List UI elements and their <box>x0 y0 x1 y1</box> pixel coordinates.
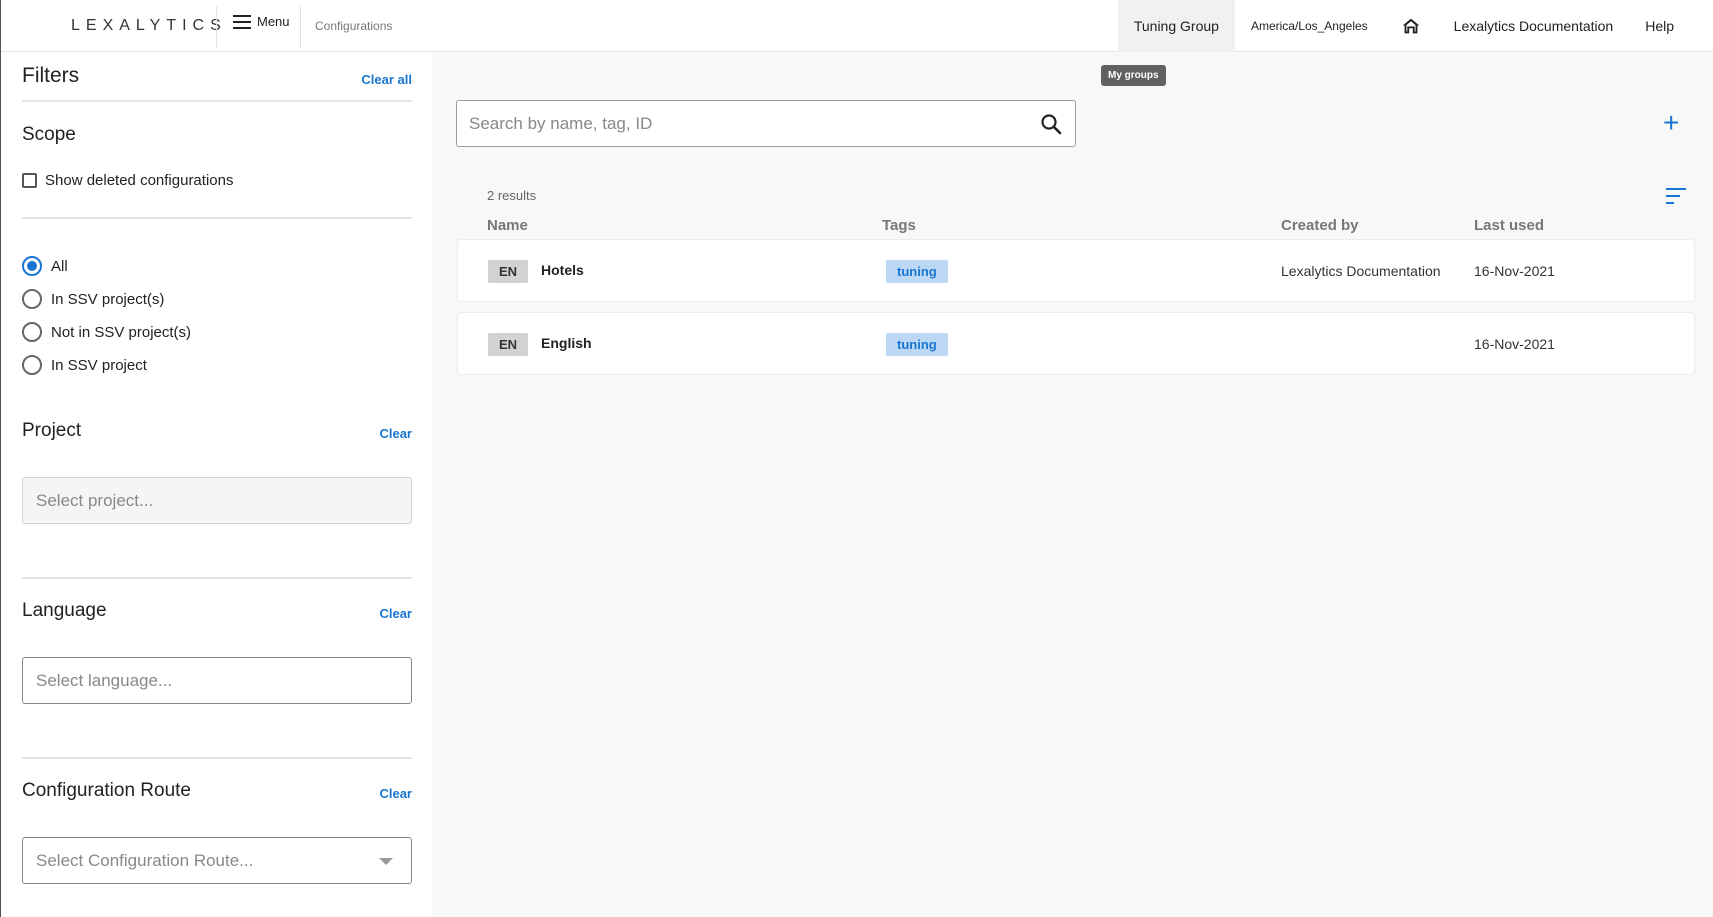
filters-sidebar: Filters Clear all Scope Show deleted con… <box>2 52 432 917</box>
show-deleted-checkbox[interactable] <box>22 173 37 188</box>
scope-radio-all[interactable]: All <box>22 256 68 276</box>
menu-label: Menu <box>257 14 290 29</box>
scope-title: Scope <box>22 124 76 145</box>
my-groups-tooltip: My groups <box>1101 65 1166 86</box>
home-button[interactable] <box>1384 0 1438 52</box>
language-badge: EN <box>488 333 528 356</box>
last-used: 16-Nov-2021 <box>1474 336 1555 352</box>
lexalytics-logo[interactable]: LEXALYTICS <box>71 8 227 44</box>
table-row[interactable]: EN English tuning 16-Nov-2021 <box>457 312 1695 375</box>
divider <box>22 100 412 102</box>
column-header-last-used[interactable]: Last used <box>1474 217 1544 234</box>
route-clear-link[interactable]: Clear <box>379 786 412 801</box>
configuration-name[interactable]: English <box>541 335 592 351</box>
nav-tuning-group[interactable]: Tuning Group <box>1117 0 1235 52</box>
nav-documentation[interactable]: Lexalytics Documentation <box>1438 0 1630 52</box>
column-header-name[interactable]: Name <box>487 217 528 234</box>
divider <box>22 757 412 759</box>
radio-button[interactable] <box>22 322 42 342</box>
show-deleted-label: Show deleted configurations <box>45 172 234 189</box>
home-icon <box>1402 18 1419 34</box>
configuration-name[interactable]: Hotels <box>541 262 584 278</box>
logo-text: LEXALYTICS <box>71 17 227 34</box>
chevron-down-icon <box>379 858 393 865</box>
search-box[interactable] <box>456 100 1076 147</box>
search-icon[interactable] <box>1039 112 1063 136</box>
radio-button[interactable] <box>22 355 42 375</box>
language-clear-link[interactable]: Clear <box>379 606 412 621</box>
results-count: 2 results <box>487 188 537 203</box>
table-row[interactable]: EN Hotels tuning Lexalytics Documentatio… <box>457 239 1695 302</box>
column-header-created-by[interactable]: Created by <box>1281 217 1359 234</box>
radio-label: Not in SSV project(s) <box>51 323 192 341</box>
nav-help[interactable]: Help <box>1629 0 1713 52</box>
sort-icon[interactable] <box>1666 188 1686 204</box>
language-badge: EN <box>488 260 528 283</box>
radio-label: In SSV project <box>51 356 147 374</box>
clear-all-link[interactable]: Clear all <box>361 72 412 87</box>
breadcrumb[interactable]: Configurations <box>315 19 392 33</box>
tag-chip[interactable]: tuning <box>886 260 948 283</box>
radio-button[interactable] <box>22 289 42 309</box>
route-select[interactable]: Select Configuration Route... <box>22 837 412 884</box>
project-select[interactable]: Select project... <box>22 477 412 524</box>
radio-button[interactable] <box>22 256 42 276</box>
route-select-placeholder: Select Configuration Route... <box>36 850 254 870</box>
search-input[interactable] <box>469 113 1039 134</box>
filters-title: Filters <box>22 64 80 87</box>
header-divider <box>216 6 217 48</box>
language-select[interactable]: Select language... <box>22 657 412 704</box>
scope-radio-not-in-ssv-projects[interactable]: Not in SSV project(s) <box>22 322 191 342</box>
top-header: LEXALYTICS Menu Configurations Tuning Gr… <box>1 0 1713 52</box>
nav-timezone[interactable]: America/Los_Angeles <box>1235 0 1384 52</box>
add-configuration-button[interactable]: + <box>1663 109 1679 137</box>
show-deleted-checkbox-row[interactable]: Show deleted configurations <box>22 172 233 189</box>
divider <box>22 577 412 579</box>
project-title: Project <box>22 420 82 441</box>
header-divider <box>300 6 301 48</box>
hamburger-icon <box>233 14 251 29</box>
last-used: 16-Nov-2021 <box>1474 263 1555 279</box>
column-header-tags[interactable]: Tags <box>882 217 916 234</box>
project-clear-link[interactable]: Clear <box>379 426 412 441</box>
radio-label: All <box>51 257 68 275</box>
route-title: Configuration Route <box>22 780 191 801</box>
header-nav: Tuning Group America/Los_Angeles Lexalyt… <box>1117 0 1713 52</box>
scope-radio-in-ssv-project[interactable]: In SSV project <box>22 355 147 375</box>
tag-chip[interactable]: tuning <box>886 333 948 356</box>
scope-radio-in-ssv-projects[interactable]: In SSV project(s) <box>22 289 164 309</box>
created-by: Lexalytics Documentation <box>1281 263 1441 279</box>
divider <box>22 217 412 219</box>
menu-button[interactable]: Menu <box>233 14 290 29</box>
language-title: Language <box>22 600 107 621</box>
radio-label: In SSV project(s) <box>51 290 165 308</box>
